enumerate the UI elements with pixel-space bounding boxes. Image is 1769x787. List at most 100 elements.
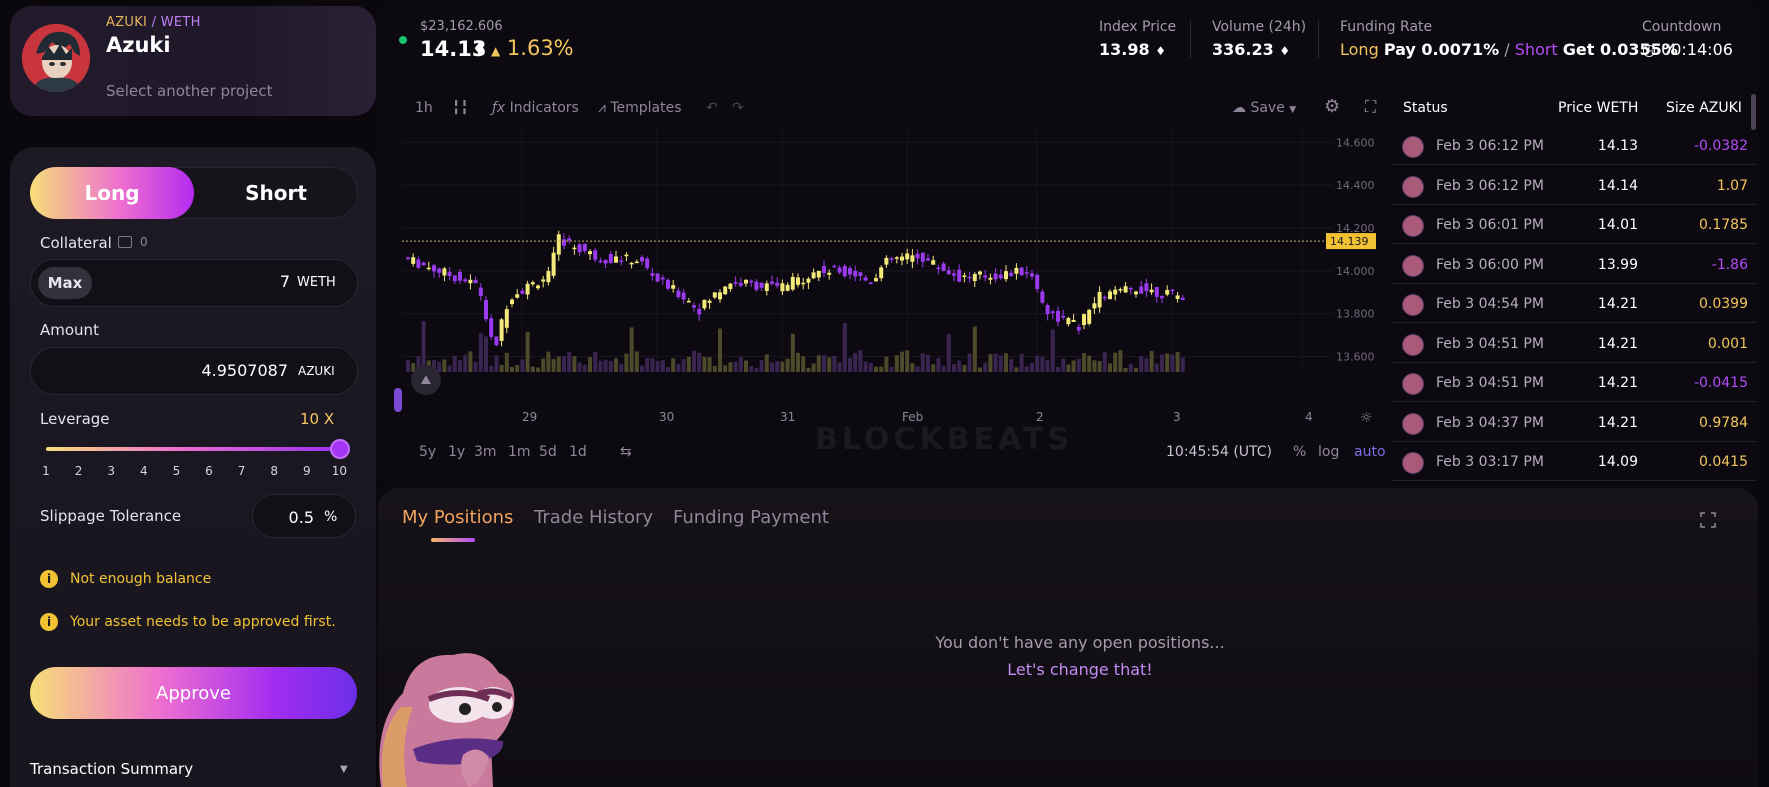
tab-my-positions[interactable]: My Positions — [402, 507, 513, 528]
leverage-tick[interactable]: 4 — [134, 464, 154, 478]
undo-icon[interactable]: ↶ — [706, 100, 718, 116]
candle — [541, 279, 546, 282]
chart-clock[interactable]: 10:45:54 (UTC) — [1166, 444, 1272, 460]
trade-row[interactable]: Feb 3 06:00 PM 13.99 -1.86 — [1392, 245, 1756, 284]
volume-bar — [749, 366, 754, 372]
chart-settings-icon[interactable]: ☼ — [1360, 410, 1373, 426]
candle — [1066, 318, 1071, 325]
trade-row[interactable]: Feb 3 06:12 PM 14.14 1.07 — [1392, 166, 1756, 205]
leverage-tick[interactable]: 8 — [264, 464, 284, 478]
slippage-value[interactable]: 0.5 — [272, 508, 314, 527]
approve-button[interactable]: Approve — [30, 667, 357, 719]
candle — [1160, 296, 1164, 299]
candle — [463, 279, 468, 282]
candle — [510, 299, 514, 305]
candle — [478, 287, 483, 296]
candle — [567, 238, 572, 241]
volume-bar — [993, 353, 998, 372]
transaction-summary-toggle[interactable]: Transaction Summary — [30, 760, 193, 778]
trade-row[interactable]: Feb 3 06:01 PM 14.01 0.1785 — [1392, 205, 1756, 244]
trade-row[interactable]: Feb 3 04:37 PM 14.21 0.9784 — [1392, 403, 1756, 442]
range-button-5y[interactable]: 5y — [419, 444, 436, 460]
expand-icon[interactable] — [1700, 512, 1716, 528]
templates-button[interactable]: ⩘ Templates — [598, 100, 682, 116]
long-tab[interactable]: Long — [30, 167, 194, 219]
leverage-label: Leverage — [40, 410, 110, 428]
auto-toggle[interactable]: auto — [1354, 444, 1386, 460]
trades-scrollbar[interactable] — [1751, 94, 1756, 130]
trade-row[interactable]: Feb 3 04:51 PM 14.21 -0.0415 — [1392, 363, 1756, 402]
tab-trade-history[interactable]: Trade History — [534, 507, 653, 528]
leverage-tick[interactable]: 6 — [199, 464, 219, 478]
trade-price: 13.99 — [1597, 256, 1638, 273]
candle — [640, 256, 644, 262]
trade-row[interactable]: Feb 3 03:17 PM 14.09 0.0415 — [1392, 442, 1756, 481]
volume-bar — [676, 363, 681, 372]
leverage-tick[interactable]: 1 — [36, 464, 56, 478]
volume-bar — [1061, 358, 1066, 372]
select-project-link[interactable]: Select another project — [106, 82, 273, 100]
leverage-slider-thumb[interactable] — [330, 439, 350, 459]
max-button[interactable]: Max — [38, 267, 92, 299]
redo-icon[interactable]: ↷ — [732, 100, 744, 116]
scroll-handle[interactable] — [394, 388, 402, 412]
leverage-tick[interactable]: 9 — [297, 464, 317, 478]
collateral-value[interactable]: 7 — [230, 272, 290, 291]
log-toggle[interactable]: log — [1318, 444, 1339, 460]
candle — [816, 270, 821, 278]
volume-bar — [1149, 350, 1154, 372]
candle — [1024, 272, 1029, 274]
candle — [473, 280, 478, 284]
trade-size: 0.001 — [1707, 335, 1748, 352]
range-button-1m[interactable]: 1m — [508, 444, 531, 460]
volume-bar — [1128, 363, 1133, 372]
trade-row[interactable]: Feb 3 04:54 PM 14.21 0.0399 — [1392, 284, 1756, 323]
volume-bar — [894, 355, 899, 372]
trade-row[interactable]: Feb 3 06:12 PM 14.13 -0.0382 — [1392, 126, 1756, 165]
candle — [780, 283, 785, 292]
candle — [915, 253, 920, 259]
trader-avatar — [1402, 215, 1424, 237]
tradingview-logo-icon[interactable]: ⛰ — [411, 365, 441, 395]
range-button-1d[interactable]: 1d — [569, 444, 587, 460]
fullscreen-icon[interactable]: ⛶ — [1365, 97, 1376, 117]
clock-icon: ◷ — [1642, 40, 1656, 59]
candle — [406, 257, 410, 259]
date-range-icon[interactable]: ⇆ — [620, 444, 632, 460]
settings-gear-icon[interactable]: ⚙ — [1324, 96, 1340, 117]
warning-icon: i — [40, 570, 58, 588]
empty-positions-cta[interactable]: Let's change that! — [850, 660, 1310, 679]
tab-funding-payment[interactable]: Funding Payment — [673, 507, 829, 528]
volume-bar — [577, 362, 582, 372]
chevron-down-icon[interactable]: ▼ — [340, 764, 348, 775]
trade-row[interactable]: Feb 3 04:51 PM 14.21 0.001 — [1392, 324, 1756, 363]
amount-value[interactable]: 4.9507087 — [170, 361, 288, 380]
volume-bar — [770, 362, 774, 372]
volume-bar — [884, 356, 889, 372]
percent-toggle[interactable]: % — [1293, 444, 1306, 460]
leverage-tick[interactable]: 10 — [329, 464, 349, 478]
leverage-value: 10 X — [300, 410, 335, 428]
leverage-tick[interactable]: 2 — [69, 464, 89, 478]
save-button[interactable]: ☁ Save ▼ — [1232, 100, 1296, 116]
range-button-1y[interactable]: 1y — [448, 444, 465, 460]
indicators-button[interactable]: ƒx Indicators — [492, 100, 579, 116]
leverage-slider-track[interactable] — [46, 447, 340, 451]
volume-bar — [1056, 366, 1060, 372]
range-button-5d[interactable]: 5d — [539, 444, 557, 460]
trade-size: -1.86 — [1711, 256, 1748, 273]
candle — [619, 260, 624, 263]
interval-selector[interactable]: 1h — [415, 100, 433, 116]
candle — [879, 267, 884, 279]
leverage-tick[interactable]: 5 — [166, 464, 186, 478]
candle — [983, 275, 988, 278]
range-button-3m[interactable]: 3m — [474, 444, 497, 460]
candle-type-icon[interactable]: ╏╏ — [452, 100, 469, 116]
candle — [926, 258, 930, 261]
volume-bar — [1071, 360, 1076, 372]
short-tab[interactable]: Short — [194, 167, 358, 219]
volume-bar — [775, 361, 780, 372]
leverage-tick[interactable]: 3 — [101, 464, 121, 478]
leverage-tick[interactable]: 7 — [232, 464, 252, 478]
price-chart[interactable]: 14.600 14.400 14.200 14.000 13.800 13.600 14.1… — [402, 130, 1390, 412]
